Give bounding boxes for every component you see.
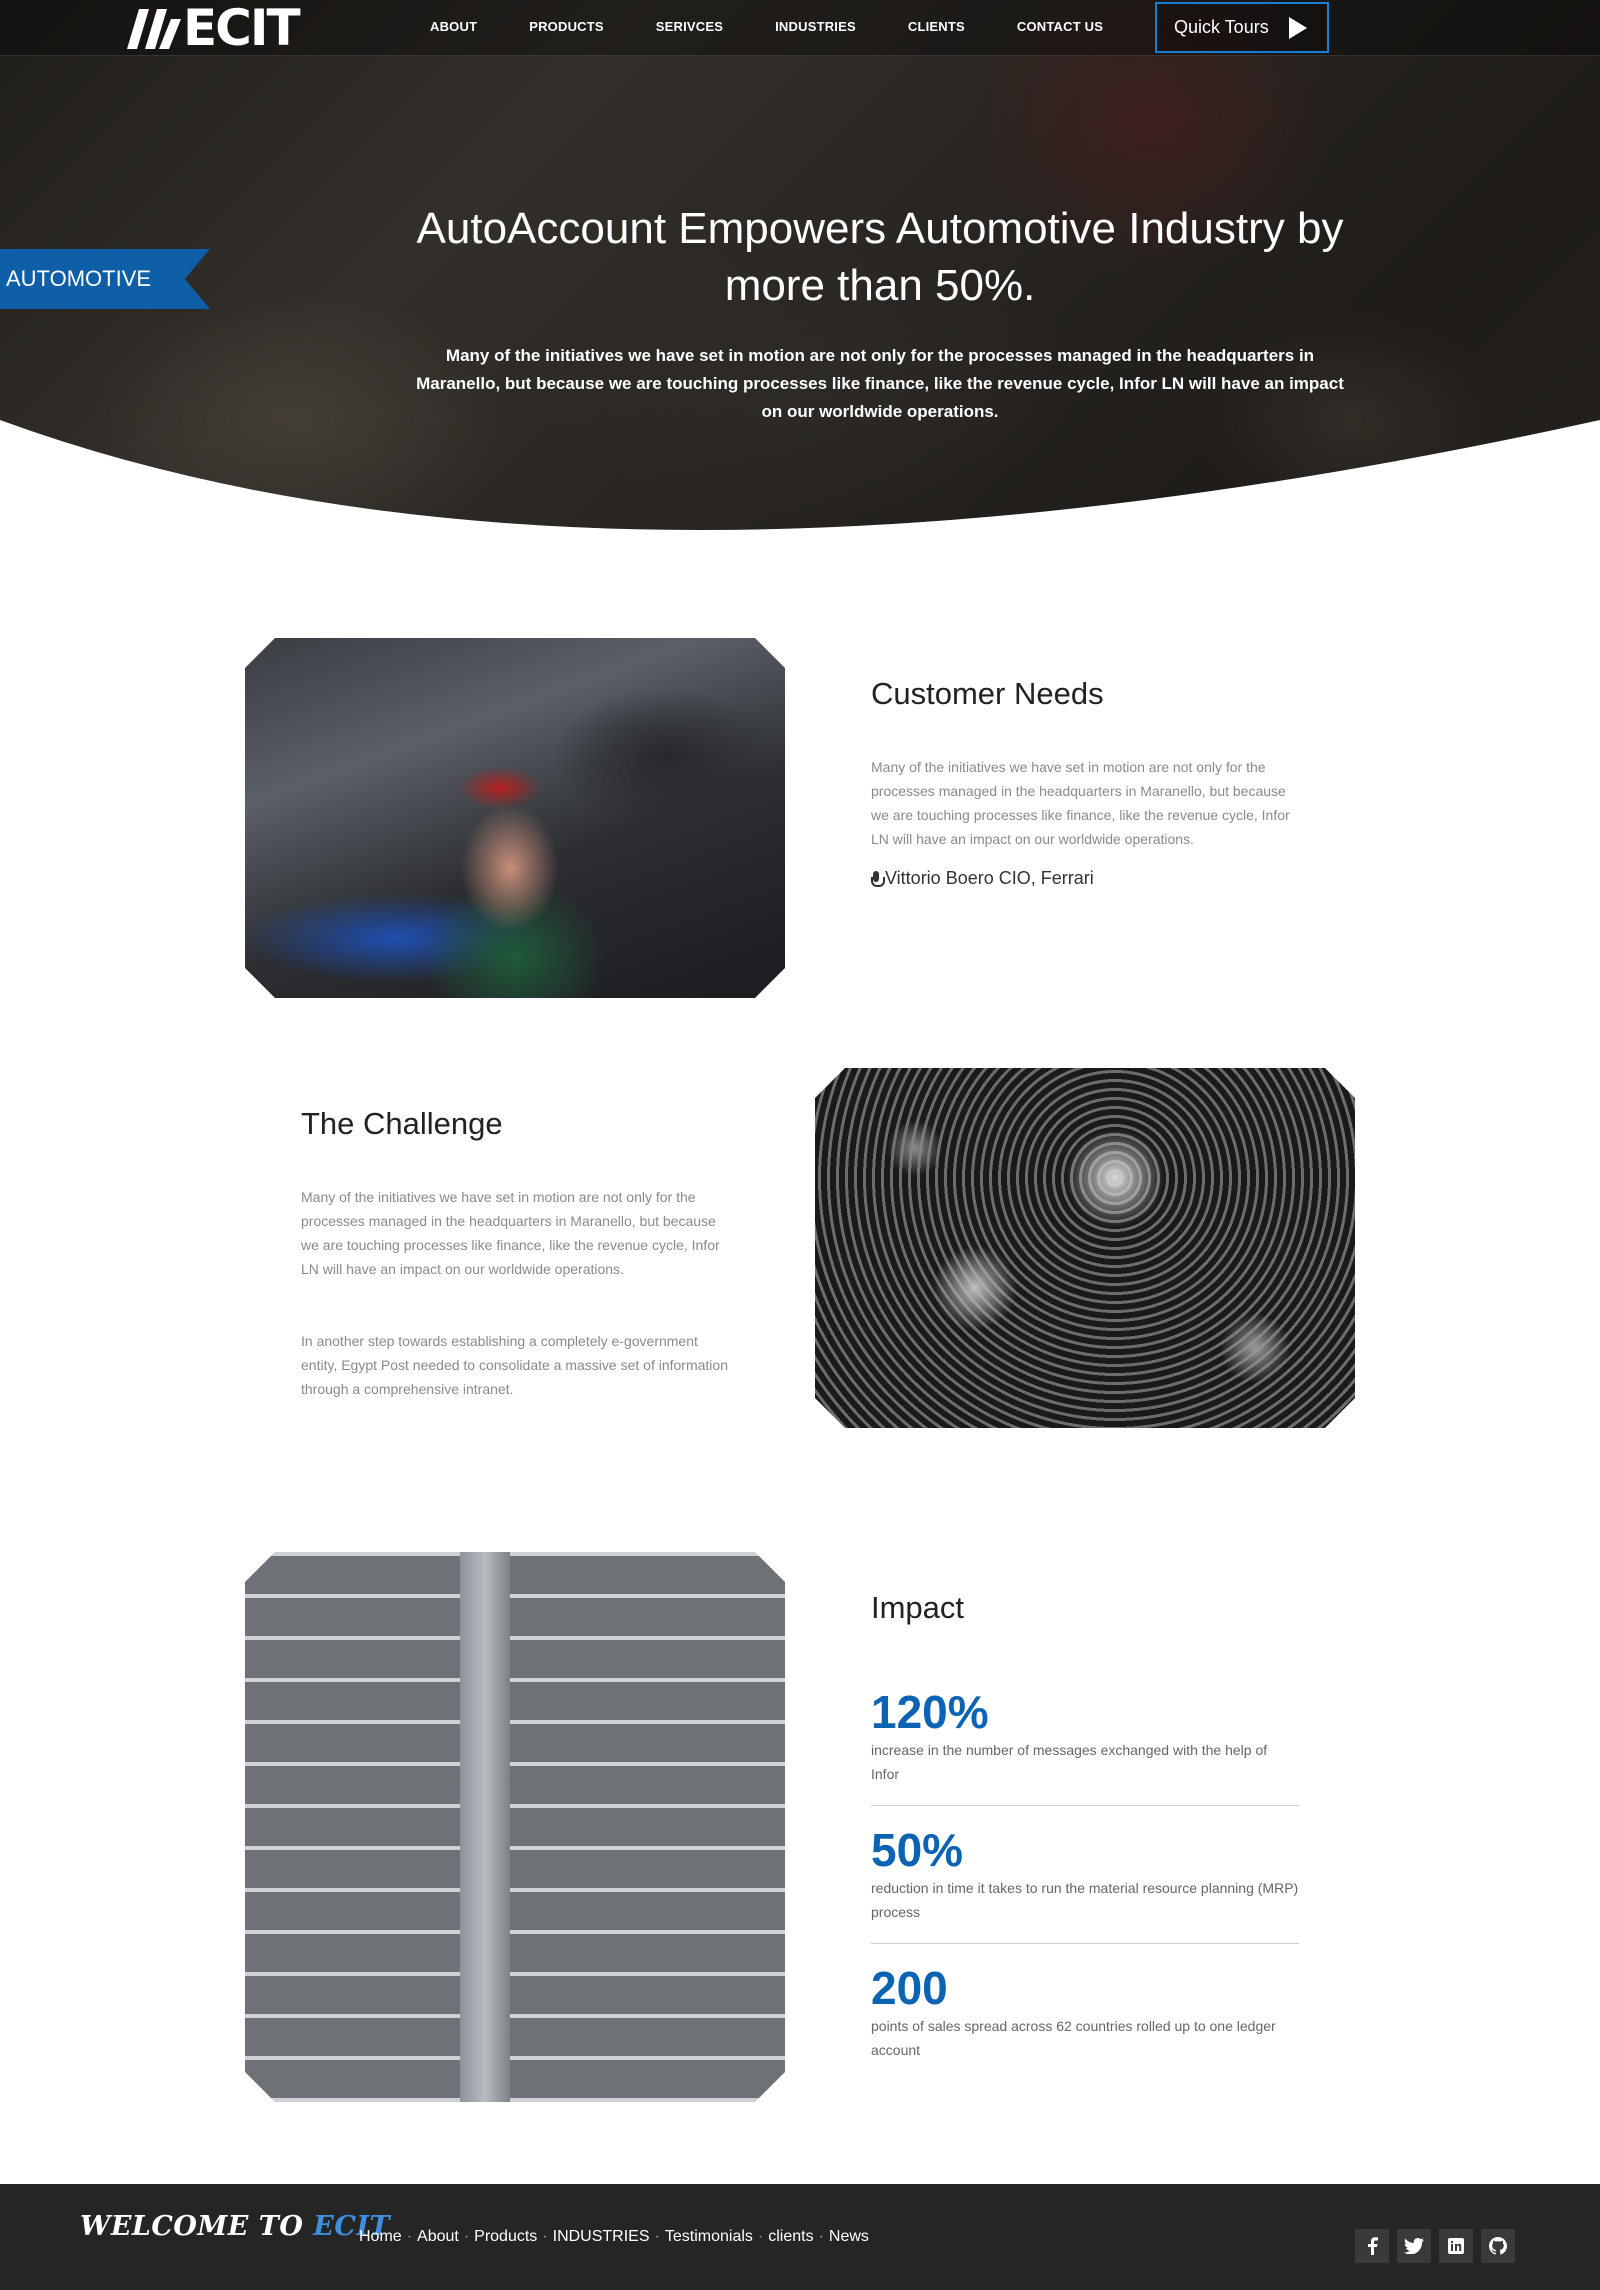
quick-tours-label: Quick Tours [1174,17,1269,37]
footer-link-about[interactable]: About [417,2228,459,2246]
stat-value: 50% [871,1824,964,1876]
photo-corner [755,2072,785,2102]
stat-divider [871,1805,1299,1806]
mechanic-photo [245,638,785,998]
stat-description: points of sales spread across 62 countri… [871,2018,1276,2058]
nav-link-industries[interactable]: INDUSTRIES [775,19,856,34]
quote-author: Vittorio Boero CIO, Ferrari [885,868,1094,888]
photo-corner [245,638,275,668]
linkedin-icon[interactable] [1439,2229,1473,2263]
challenge-title: The Challenge [301,1106,503,1141]
photo-corner [815,1068,845,1098]
play-icon [1288,16,1307,39]
customer-needs-title: Customer Needs [871,676,1104,711]
github-icon[interactable] [1481,2229,1515,2263]
photo-corner [815,1398,845,1428]
hero-text: Many of the initiatives we have set in m… [416,346,1344,421]
footer-link-industries[interactable]: INDUSTRIES [553,2228,650,2246]
challenge-text-2: In another step towards establishing a c… [301,1333,728,1397]
footer-brand: WELCOME TO ECIT [80,2211,390,2242]
impact-stat: 120% increase in the number of messages … [871,1686,1299,1786]
stat-value: 120% [871,1686,989,1738]
footer-link-separator: · [406,2228,413,2245]
footer-link-news[interactable]: News [829,2228,869,2246]
photo-corner [1325,1398,1355,1428]
footer-link-clients[interactable]: clients [768,2228,813,2246]
photo-corner [245,2072,275,2102]
footer-link-products[interactable]: Products [474,2228,537,2246]
stat-description: reduction in time it takes to run the ma… [871,1880,1299,1920]
photo-corner [755,968,785,998]
impact-stat: 50% reduction in time it takes to run th… [871,1824,1299,1924]
photo-corner [245,968,275,998]
stat-divider [871,1943,1299,1944]
footer-link-testimonials[interactable]: Testimonials [665,2228,753,2246]
hero-banner: ECIT ABOUT PRODUCTS SERIVCES INDUSTRIES … [0,0,1600,570]
photo-corner [755,638,785,668]
engine-photo [815,1068,1355,1428]
customer-needs-text: Many of the initiatives we have set in m… [871,759,1290,847]
nav-link-about[interactable]: ABOUT [430,19,477,34]
logo-text: ECIT [183,0,301,57]
stat-value: 200 [871,1962,948,2014]
footer-link-home[interactable]: Home [359,2228,402,2246]
car-tower-photo [245,1552,785,2102]
footer-link-separator: · [463,2228,470,2245]
footer: WELCOME TO ECIT Home · About · Products … [0,2184,1600,2290]
challenge-text-1: Many of the initiatives we have set in m… [301,1189,720,1277]
nav-link-clients[interactable]: CLIENTS [908,19,965,34]
customer-quote: Vittorio Boero CIO, Ferrari [871,868,1094,889]
logo-mark-icon [125,5,183,51]
footer-link-separator: · [654,2228,660,2245]
footer-link-separator: · [757,2228,764,2245]
photo-corner [245,1552,275,1582]
footer-links: Home · About · Products · INDUSTRIES · T… [359,2228,869,2246]
stat-description: increase in the number of messages excha… [871,1742,1268,1782]
logo[interactable]: ECIT [125,0,301,57]
impact-title: Impact [871,1590,965,1625]
impact-stat: 200 points of sales spread across 62 cou… [871,1962,1299,2062]
microphone-icon [871,870,885,887]
facebook-icon[interactable] [1355,2229,1389,2263]
social-links [1355,2229,1523,2263]
twitter-icon[interactable] [1397,2229,1431,2263]
photo-corner [755,1552,785,1582]
nav-link-services[interactable]: SERIVCES [656,19,723,34]
photo-corner [1325,1068,1355,1098]
top-navbar: ECIT ABOUT PRODUCTS SERIVCES INDUSTRIES … [0,0,1600,57]
footer-brand-prefix: WELCOME TO [80,2211,304,2242]
nav-link-contact[interactable]: CONTACT US [1017,19,1103,34]
footer-link-separator: · [542,2228,548,2245]
industry-ribbon: AUTOMOTIVE [0,249,210,309]
nav-link-products[interactable]: PRODUCTS [529,19,604,34]
hero-title: AutoAccount Empowers Automotive Industry… [416,204,1344,310]
nav-links: ABOUT PRODUCTS SERIVCES INDUSTRIES CLIEN… [430,19,1155,34]
footer-link-separator: · [818,2228,824,2245]
quick-tours-button[interactable]: Quick Tours [1155,2,1329,53]
